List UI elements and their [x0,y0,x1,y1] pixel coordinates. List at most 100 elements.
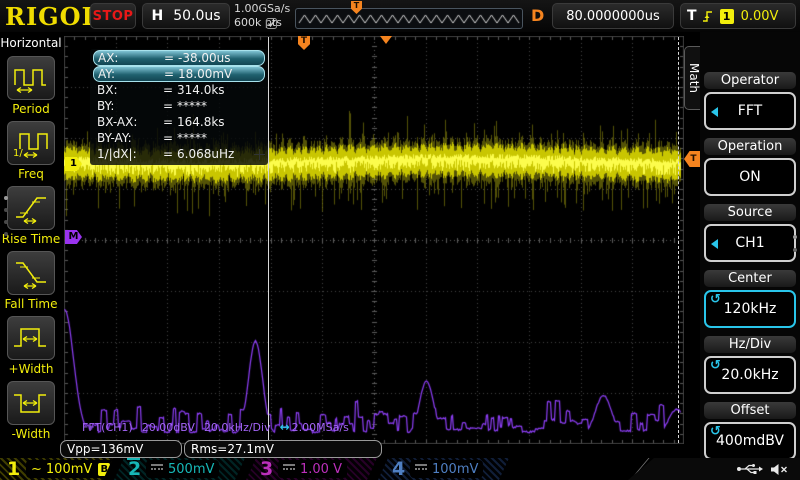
trigger-source-badge: 1 [719,8,734,24]
cursor-value: 18.00mV [178,67,233,81]
measurement-rms: Rms=27.1mV [184,440,382,458]
operator-value: FFT [737,103,763,119]
center-title: Center [704,270,796,287]
h-expand-icon: ↔ [279,420,290,434]
equals: = [163,67,175,81]
fft-sample-rate: 2.00MSa/s [291,421,349,434]
memory-auto-icon [266,18,277,29]
hzdiv-menu-item[interactable]: ↺ 20.0kHz [704,356,796,394]
fft-scale: 20.00dBV [141,421,195,434]
dc-coupling-icon [151,464,163,474]
knob-icon: ↺ [710,292,721,307]
operator-title: Operator [704,72,796,89]
cursor-readout-panel: AX: = -38.00us AY: = 18.00mV BX: = 314.0… [90,49,268,165]
channel-4-scale: 100mV [410,460,483,478]
equals: = [163,51,175,65]
pos-width-icon [14,328,46,347]
operator-menu-item[interactable]: FFT [704,92,796,130]
hzdiv-value: 20.0kHz [721,367,779,383]
channel-3-value: 1.00 V [300,461,342,477]
cursor-label: AX: [98,51,119,65]
menu-page-dot [4,208,8,212]
cursor-row-by-ay: BY-AY: = ***** [93,130,265,146]
fft-hdiv: 20.0kHz/Div [203,421,271,434]
menu-page-dot [793,235,797,239]
offset-title: Offset [704,402,796,419]
top-status-bar: RIGOL STOP H 50.0us 1.00GSa/s 600k pts T… [0,0,800,32]
cursor-row-inv-dx: 1/|dX|: = 6.068uHz [93,146,265,162]
bandwidth-limit-badge: B [98,463,110,476]
channel-3-scale: 1.00 V [278,460,347,478]
source-title: Source [704,204,796,221]
horizontal-scale-readout: H 50.0us [142,3,230,29]
left-menu-title: Horizontal [0,36,62,50]
cursor-b-line[interactable] [678,37,679,443]
freq-icon: 1/ [13,133,48,159]
menu-page-dot [4,220,8,224]
channel-3-number: 3 [260,458,274,480]
status-icon-tray [628,458,800,480]
rigol-logo: RIGOL [5,2,100,31]
cursor-a-line[interactable] [268,37,269,443]
h-scale-value: 50.0us [173,8,221,24]
memory-depth: 600k pts [234,16,282,29]
horizontal-measure-menu: Horizontal Period 1/ Freq Rise Time Fall… [0,32,62,480]
submenu-arrow-icon [711,107,718,117]
math-menu-tab[interactable]: Math [684,46,701,110]
rise-time-icon [16,197,46,224]
channel-2-status[interactable]: 2 500mV [114,458,245,480]
neg-width-button[interactable] [7,381,55,425]
source-menu-item[interactable]: CH1 [704,224,796,262]
rise-time-button[interactable] [7,186,55,230]
fall-time-icon [16,262,46,289]
channel-4-status[interactable]: 4 100mV [378,458,509,480]
trigger-label: T [687,8,697,24]
pos-width-button[interactable] [7,316,55,360]
fall-time-button[interactable] [7,251,55,295]
dc-coupling-icon [283,464,295,474]
equals: = [162,99,174,113]
cursor-row-by: BY: = ***** [93,98,265,114]
operation-title: Operation [704,138,796,155]
period-button[interactable] [7,56,55,100]
channel-1-status[interactable]: 1 ~ 100mV B [0,458,113,480]
freq-button[interactable]: 1/ [7,121,55,165]
operation-menu-item[interactable]: ON [704,158,796,196]
knob-icon: ↺ [710,358,721,373]
cursor-value: 314.0ks [177,83,225,97]
cursor-value: ***** [177,99,207,113]
rms-value: Rms=27.1mV [191,442,274,456]
menu-page-dot [793,248,797,252]
equals: = [162,115,174,129]
channel-2-scale: 500mV [146,460,219,478]
offset-menu-item[interactable]: ↺ 400mdBV [704,422,796,460]
channel-3-status[interactable]: 3 1.00 V [246,458,377,480]
submenu-arrow-icon [711,239,718,249]
cursor-label: BY-AY: [97,131,132,145]
graticule-area: T 1 M AX: = -38.00us AY: = 18.00mV BX: =… [64,36,684,444]
cursor-label: BY: [97,99,115,113]
channel-4-number: 4 [392,458,406,480]
h-label: H [151,8,164,24]
fall-time-label: Fall Time [4,297,58,311]
offset-value: 400mdBV [716,433,784,449]
measurement-vpp: Vpp=136mV [60,440,182,458]
run-stop-status: STOP [90,3,136,29]
cursor-row-bx: BX: = 314.0ks [93,82,265,98]
cursor-value: 6.068uHz [177,147,235,161]
cursor-row-ax: AX: = -38.00us [93,50,265,66]
cursor-row-bx-ax: BX-AX: = 164.8ks [93,114,265,130]
fft-source: FFT(CH1) [82,421,133,434]
pos-width-label: +Width [8,362,54,376]
trigger-level-marker[interactable]: T [684,151,700,167]
fft-annotation: FFT(CH1) 20.00dBV 20.0kHz/Div ↔ 2.00MSa/s [82,420,358,434]
channel-4-value: 100mV [432,461,479,477]
sample-rate: 1.00GSa/s [234,2,291,15]
channel-1-number: 1 [7,458,21,480]
hzdiv-title: Hz/Div [704,336,796,353]
center-menu-item[interactable]: ↺ 120kHz [704,290,796,328]
stop-status-text: STOP [92,8,134,24]
cursor-label: BX: [97,83,118,97]
cursor-value: -38.00us [178,51,231,65]
usb-icon [737,464,763,474]
